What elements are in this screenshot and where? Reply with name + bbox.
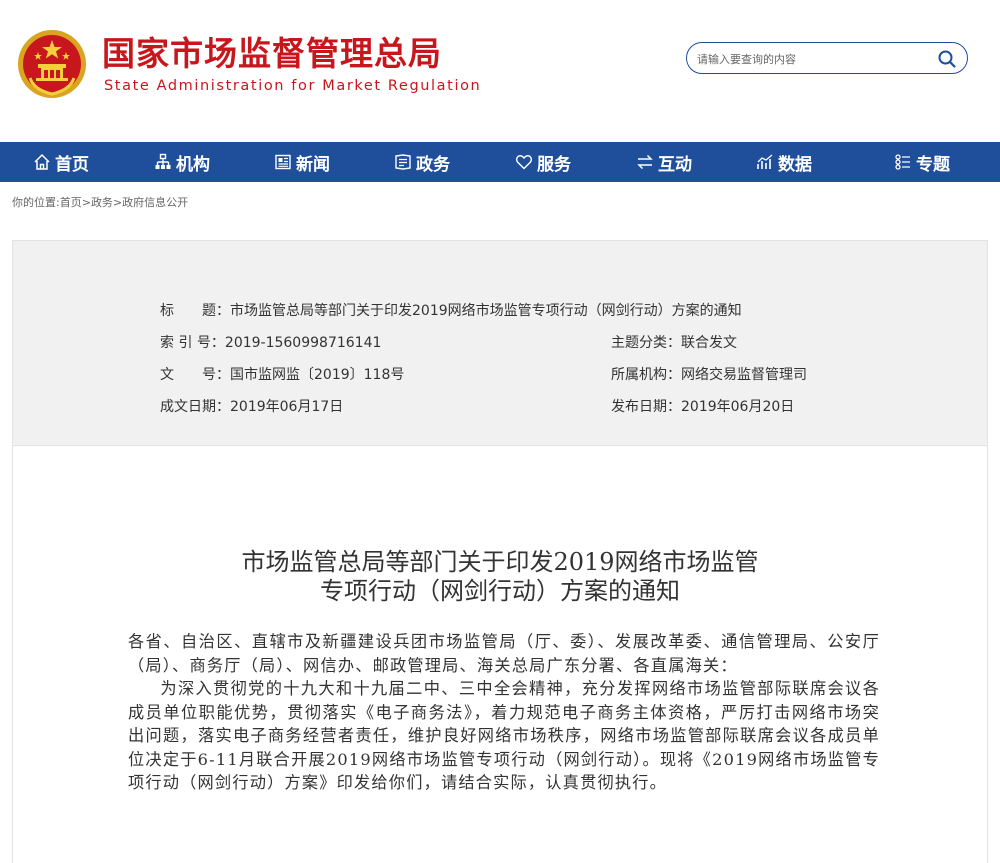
document-body: 各省、自治区、直辖市及新疆建设兵团市场监管局（厅、委）、发展改革委、通信管理局、…	[128, 630, 880, 795]
nav-label: 服务	[537, 154, 571, 175]
info-index-label: 索 引 号：	[160, 335, 225, 351]
org-chart-icon	[154, 153, 172, 171]
info-created-row: 成文日期：2019年06月17日	[160, 397, 343, 417]
search-input[interactable]	[697, 49, 927, 69]
main-nav: 首页 机构 新闻 政务 服务 互动 数据 专题	[0, 142, 1000, 182]
info-docno-value: 国市监网监〔2019〕118号	[230, 367, 405, 383]
info-org-row: 所属机构：网络交易监督管理司	[611, 365, 807, 385]
nav-item-data[interactable]: 数据	[724, 142, 844, 182]
home-icon	[33, 153, 51, 171]
site-subtitle: State Administration for Market Regulati…	[104, 78, 482, 94]
nav-item-topics[interactable]: 专题	[844, 142, 1000, 182]
info-index-value: 2019-1560998716141	[224, 335, 382, 351]
topics-icon	[894, 153, 912, 171]
breadcrumb-home[interactable]: 首页	[60, 196, 82, 209]
nav-label: 新闻	[296, 154, 330, 175]
national-emblem-icon[interactable]	[16, 28, 88, 100]
nav-item-org[interactable]: 机构	[122, 142, 242, 182]
info-published-label: 发布日期：	[611, 399, 681, 415]
nav-label: 机构	[176, 154, 210, 175]
nav-item-home[interactable]: 首页	[0, 142, 122, 182]
breadcrumb: 你的位置:首页>政务>政府信息公开	[12, 194, 188, 210]
info-docno-label: 文 号：	[160, 367, 230, 383]
nav-item-news[interactable]: 新闻	[242, 142, 362, 182]
breadcrumb-info-disclosure[interactable]: 政府信息公开	[122, 196, 188, 209]
info-category-row: 主题分类：联合发文	[611, 333, 737, 353]
nav-label: 互动	[658, 154, 692, 175]
site-title[interactable]: 国家市场监督管理总局	[102, 34, 442, 74]
info-title-row: 标 题：市场监管总局等部门关于印发2019网络市场监管专项行动（网剑行动）方案的…	[160, 301, 742, 321]
site-header: 国家市场监督管理总局 State Administration for Mark…	[0, 0, 1000, 142]
info-title-label: 标 题：	[160, 303, 230, 319]
nav-label: 政务	[416, 154, 450, 175]
info-docno-row: 文 号：国市监网监〔2019〕118号	[160, 365, 404, 385]
heart-icon	[515, 153, 533, 171]
document-paragraph: 为深入贯彻党的十九大和十九届二中、三中全会精神，充分发挥网络市场监管部际联席会议…	[128, 679, 880, 792]
breadcrumb-government[interactable]: 政务	[91, 196, 113, 209]
info-org-label: 所属机构：	[611, 367, 681, 383]
nav-label: 首页	[55, 154, 89, 175]
document-title: 市场监管总局等部门关于印发2019网络市场监管 专项行动（网剑行动）方案的通知	[0, 548, 1000, 606]
info-category-label: 主题分类：	[611, 335, 681, 351]
chart-icon	[756, 153, 774, 171]
breadcrumb-prefix: 你的位置:	[12, 196, 60, 209]
nav-item-government[interactable]: 政务	[362, 142, 482, 182]
document-title-line2: 专项行动（网剑行动）方案的通知	[320, 577, 680, 605]
info-title-value: 市场监管总局等部门关于印发2019网络市场监管专项行动（网剑行动）方案的通知	[230, 303, 742, 319]
nav-label: 专题	[916, 154, 950, 175]
government-icon	[394, 153, 412, 171]
info-published-row: 发布日期：2019年06月20日	[611, 397, 794, 417]
info-category-value: 联合发文	[681, 335, 737, 351]
info-created-value: 2019年06月17日	[230, 399, 344, 415]
search-box	[686, 42, 968, 74]
info-index-row: 索 引 号：2019-1560998716141	[160, 333, 381, 353]
nav-label: 数据	[778, 154, 812, 175]
nav-item-service[interactable]: 服务	[482, 142, 604, 182]
document-recipients: 各省、自治区、直辖市及新疆建设兵团市场监管局（厅、委）、发展改革委、通信管理局、…	[128, 632, 880, 675]
newspaper-icon	[274, 153, 292, 171]
document-title-line1: 市场监管总局等部门关于印发2019网络市场监管	[241, 548, 759, 576]
breadcrumb-separator: >	[81, 196, 91, 209]
breadcrumb-separator: >	[112, 196, 123, 209]
info-org-value: 网络交易监督管理司	[681, 367, 807, 383]
document-info-box: 标 题：市场监管总局等部门关于印发2019网络市场监管专项行动（网剑行动）方案的…	[12, 240, 988, 446]
exchange-icon	[636, 153, 654, 171]
nav-item-interact[interactable]: 互动	[604, 142, 724, 182]
info-created-label: 成文日期：	[160, 399, 230, 415]
info-published-value: 2019年06月20日	[681, 399, 795, 415]
search-icon[interactable]	[937, 49, 957, 69]
